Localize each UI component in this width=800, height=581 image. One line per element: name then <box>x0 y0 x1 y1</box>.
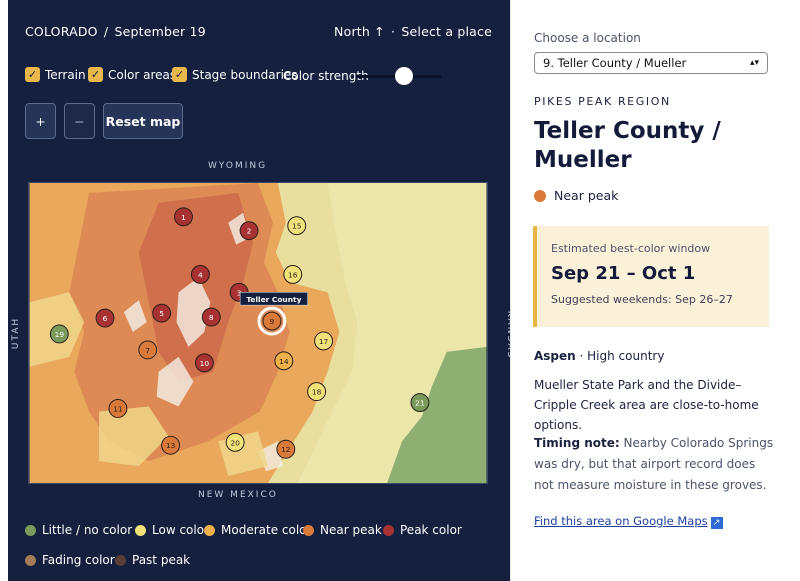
map-header-hint: North ↑ · Select a place <box>334 24 492 39</box>
map-marker-1[interactable]: 1 <box>174 207 193 227</box>
map-marker-16[interactable]: 16 <box>283 264 303 284</box>
place-title: Teller County / Mueller <box>534 118 721 173</box>
zoom-in-button[interactable]: + <box>25 103 56 139</box>
map-edge-south: NEW MEXICO <box>198 490 278 500</box>
marker-number: 16 <box>288 270 298 279</box>
species-line: Aspen · High country <box>534 349 665 363</box>
map-marker-4[interactable]: 4 <box>190 264 210 284</box>
zoom-out-button[interactable]: − <box>64 103 95 139</box>
best-color-window: Estimated best-color window Sep 21 – Oct… <box>533 226 769 327</box>
map-edge-west: UTAH <box>11 316 22 350</box>
marker-number: 4 <box>198 270 203 279</box>
checkbox-checked-icon[interactable]: ✓ <box>88 67 103 82</box>
legend-label: Near peak <box>320 523 382 537</box>
marker-number: 2 <box>247 227 252 236</box>
legend-swatch-icon <box>25 554 36 566</box>
legend-swatch-icon <box>135 524 146 536</box>
checkbox-checked-icon[interactable]: ✓ <box>172 67 187 82</box>
marker-number: 6 <box>103 314 108 323</box>
legend-item: Moderate color <box>204 523 311 537</box>
map-marker-13[interactable]: 13 <box>161 435 181 455</box>
legend-label: Fading color <box>42 553 115 567</box>
marker-number: 8 <box>209 313 214 322</box>
marker-number: 15 <box>292 222 302 231</box>
suggested-weekends: Suggested weekends: Sep 26–27 <box>551 293 733 306</box>
map-marker-17[interactable]: 17 <box>314 331 333 351</box>
map-marker-15[interactable]: 15 <box>287 216 307 236</box>
legend-swatch-icon <box>25 524 36 536</box>
legend-swatch-icon <box>115 554 126 566</box>
map-tooltip: Teller County <box>239 291 308 306</box>
choose-location-label: Choose a location <box>534 31 641 45</box>
marker-number: 7 <box>145 346 150 355</box>
marker-number: 5 <box>159 309 164 318</box>
legend-label: Past peak <box>132 553 191 567</box>
near-peak-dot-icon <box>534 189 546 202</box>
legend-label: Low color <box>152 523 209 537</box>
legend-item: Peak color <box>383 523 462 537</box>
species-name: Aspen <box>534 349 576 363</box>
marker-number: 13 <box>166 441 176 450</box>
window-label: Estimated best-color window <box>551 242 711 255</box>
map-panel: COLORADO / September 19 North ↑ · Select… <box>8 0 515 581</box>
map-marker-19[interactable]: 19 <box>49 324 69 344</box>
marker-number: 18 <box>312 388 322 397</box>
legend-label: Moderate color <box>221 523 312 537</box>
timing-note: Timing note: Nearby Colorado Springs was… <box>534 436 774 492</box>
habitat: High country <box>587 349 665 363</box>
legend-label: Peak color <box>400 523 462 537</box>
marker-number: 10 <box>200 359 210 368</box>
location-select[interactable]: 9. Teller County / Mueller ▴▾ <box>534 52 768 74</box>
map-marker-21[interactable]: 21 <box>410 393 430 412</box>
map-marker-9[interactable]: 9 <box>257 306 287 336</box>
select-arrows-icon: ▴▾ <box>749 58 759 68</box>
area-description: Mueller State Park and the Divide–Crippl… <box>534 378 759 432</box>
checkbox-checked-icon[interactable]: ✓ <box>25 67 40 82</box>
map-edge-north: WYOMING <box>208 161 268 171</box>
map-marker-7[interactable]: 7 <box>138 340 158 360</box>
status-badge: Near peak <box>534 188 618 203</box>
external-link-icon: ↗ <box>710 517 723 529</box>
colorado-map[interactable]: 12345678 9101112131415161718192021 Teller… <box>28 182 488 484</box>
marker-number: 17 <box>319 337 329 346</box>
legend-swatch-icon <box>204 524 215 536</box>
map-marker-20[interactable]: 20 <box>225 432 245 452</box>
map-tooltip-label: Teller County <box>246 295 301 304</box>
map-marker-5[interactable]: 5 <box>152 303 172 323</box>
marker-number: 21 <box>415 399 425 408</box>
map-marker-6[interactable]: 6 <box>95 308 115 328</box>
marker-number: 12 <box>281 445 290 454</box>
map-marker-14[interactable]: 14 <box>274 351 294 371</box>
legend-swatch-icon <box>303 524 314 536</box>
marker-number: 20 <box>230 438 240 447</box>
legend-swatch-icon <box>383 524 394 536</box>
map-marker-18[interactable]: 18 <box>307 382 327 402</box>
map-marker-11[interactable]: 11 <box>108 399 128 418</box>
legend-item: Past peak <box>115 553 190 567</box>
legend-label: Little / no color <box>42 523 133 537</box>
map-marker-2[interactable]: 2 <box>239 221 259 241</box>
marker-number: 1 <box>181 213 186 222</box>
window-dates: Sep 21 – Oct 1 <box>551 263 696 284</box>
color-areas-toggle[interactable]: ✓ Color areas <box>88 67 176 82</box>
map-header-title: COLORADO / September 19 <box>25 24 206 39</box>
marker-number: 19 <box>55 330 65 339</box>
terrain-toggle[interactable]: ✓ Terrain <box>25 67 86 82</box>
map-marker-8[interactable]: 8 <box>201 307 221 327</box>
legend-item: Fading color <box>25 553 115 567</box>
legend-item: Near peak <box>303 523 382 537</box>
detail-panel: Choose a location 9. Teller County / Mue… <box>510 0 800 581</box>
legend-item: Little / no color <box>25 523 132 537</box>
map-marker-12[interactable]: 12 <box>276 439 296 459</box>
stage-boundaries-toggle[interactable]: ✓ Stage boundaries <box>172 67 298 82</box>
color-strength-slider-thumb[interactable] <box>395 67 413 85</box>
marker-number: 14 <box>279 357 289 366</box>
reset-map-button[interactable]: Reset map <box>103 103 183 139</box>
region-label: PIKES PEAK REGION <box>534 95 671 108</box>
google-maps-link[interactable]: Find this area on Google Maps ↗ <box>534 514 723 529</box>
map-marker-10[interactable]: 10 <box>194 353 214 373</box>
legend-item: Low color <box>135 523 209 537</box>
marker-number: 9 <box>270 317 275 326</box>
marker-number: 11 <box>113 404 123 413</box>
